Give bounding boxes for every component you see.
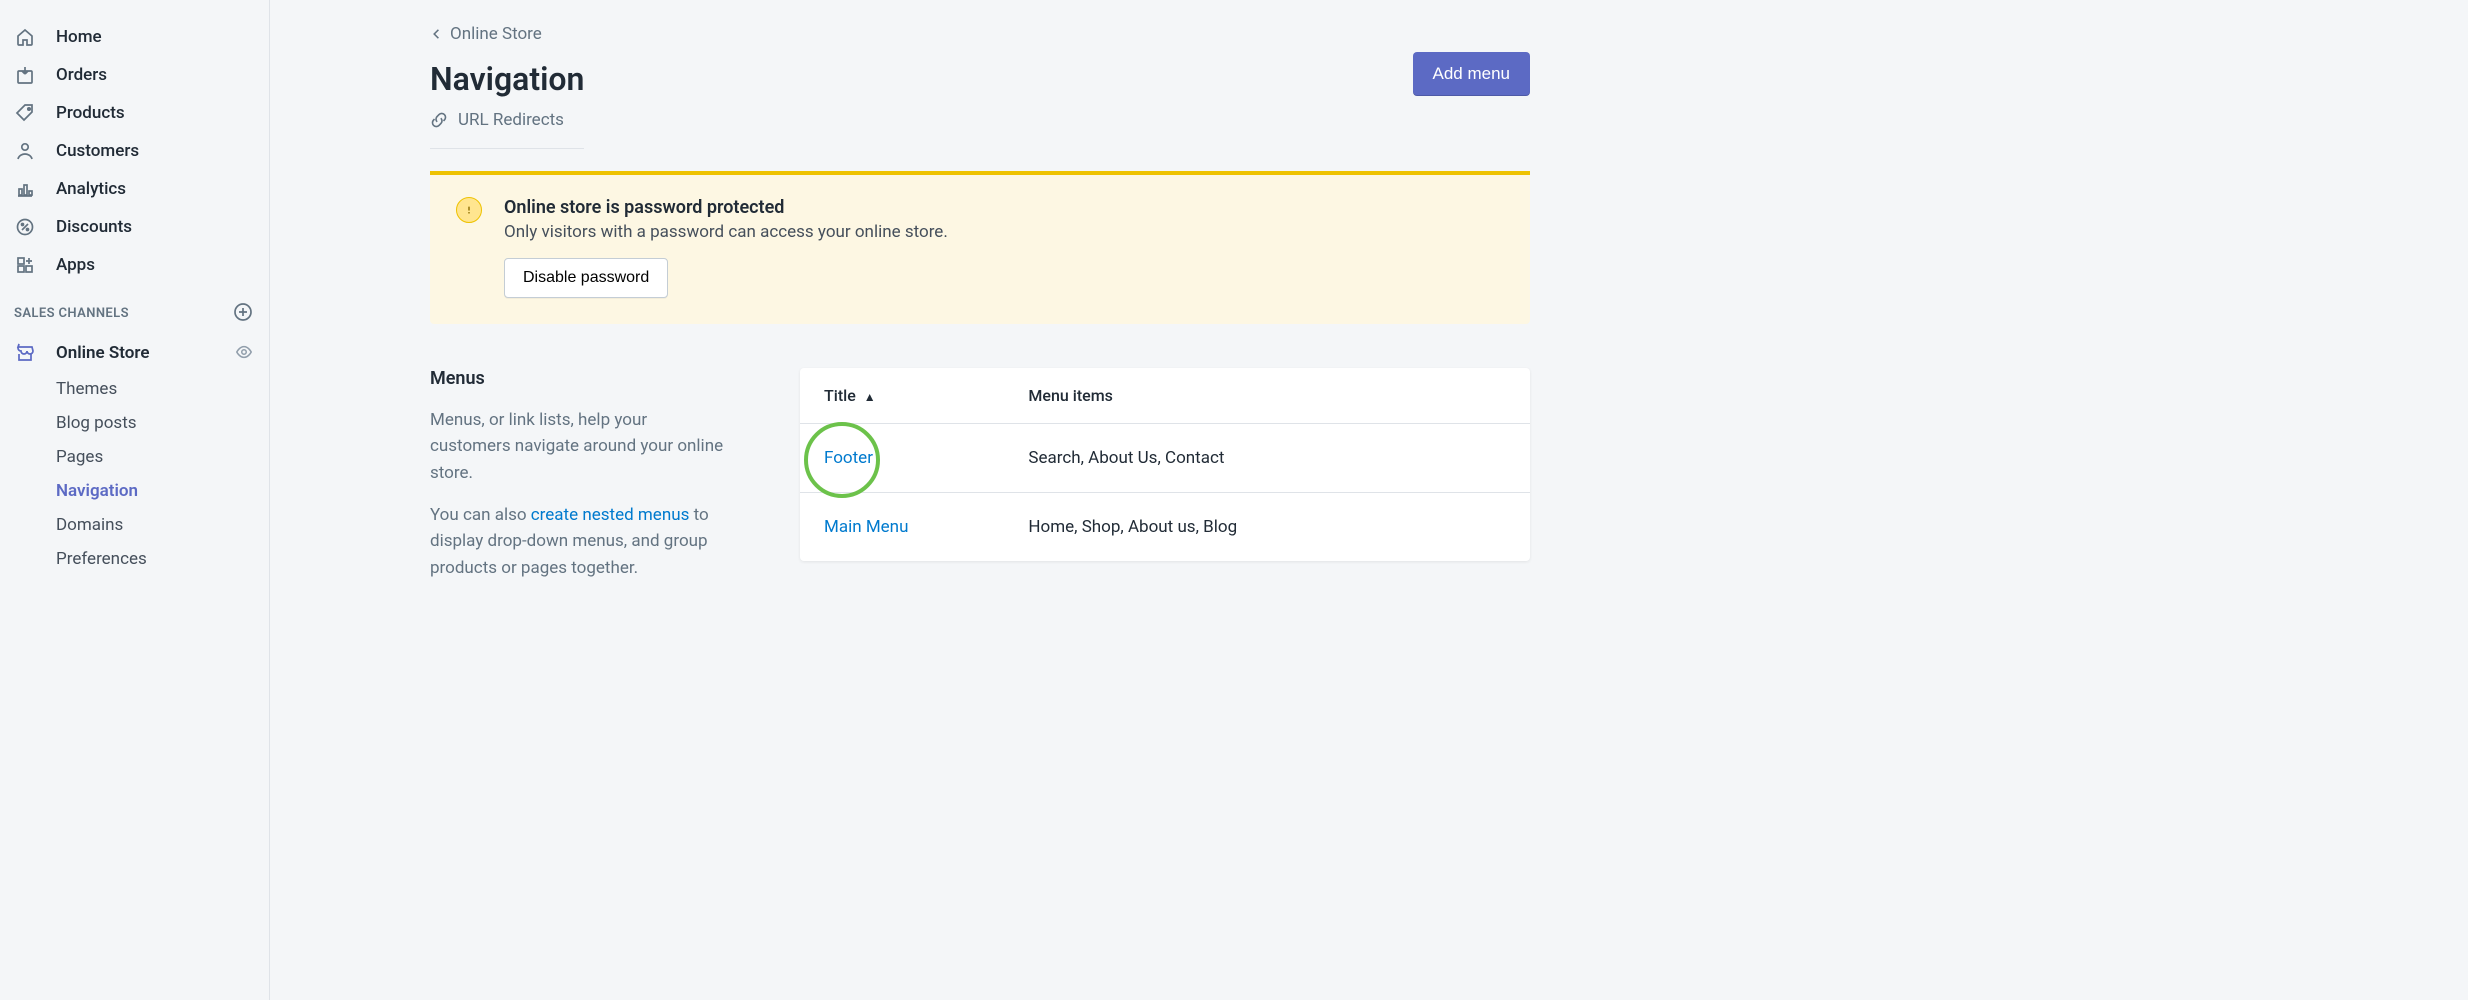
nav-label: Apps <box>56 255 95 275</box>
sub-preferences[interactable]: Preferences <box>56 542 269 576</box>
nav-orders[interactable]: Orders <box>0 56 269 94</box>
password-banner: Online store is password protected Only … <box>430 171 1530 324</box>
breadcrumb[interactable]: Online Store <box>430 24 1530 44</box>
nav-label: Home <box>56 27 102 47</box>
menu-footer-link[interactable]: Footer <box>800 424 1004 493</box>
view-store-icon[interactable] <box>235 343 255 363</box>
sub-blog-posts[interactable]: Blog posts <box>56 406 269 440</box>
add-channel-icon[interactable] <box>233 302 255 324</box>
warning-icon <box>456 197 482 223</box>
sub-pages[interactable]: Pages <box>56 440 269 474</box>
menu-footer-items: Search, About Us, Contact <box>1004 424 1530 493</box>
nav-label: Orders <box>56 65 107 85</box>
banner-text: Only visitors with a password can access… <box>504 222 948 242</box>
menu-main-link[interactable]: Main Menu <box>800 493 1004 562</box>
store-icon <box>14 342 36 364</box>
breadcrumb-label: Online Store <box>450 24 542 44</box>
col-title[interactable]: Title ▲ <box>800 368 1004 424</box>
page-title: Navigation <box>430 60 584 98</box>
nav-home[interactable]: Home <box>0 18 269 56</box>
nav-analytics[interactable]: Analytics <box>0 170 269 208</box>
menus-table: Title ▲ Menu items <box>800 368 1530 561</box>
table-row: Footer Search, About Us, Contact <box>800 424 1530 493</box>
menu-main-items: Home, Shop, About us, Blog <box>1004 493 1530 562</box>
orders-icon <box>14 64 36 86</box>
section-label: SALES CHANNELS <box>14 306 129 321</box>
menus-desc-1: Menus, or link lists, help your customer… <box>430 407 730 486</box>
online-store-submenu: Themes Blog posts Pages Navigation Domai… <box>0 372 269 576</box>
person-icon <box>14 140 36 162</box>
nav-label: Customers <box>56 141 139 161</box>
apps-icon <box>14 254 36 276</box>
col-menu-items[interactable]: Menu items <box>1004 368 1530 424</box>
disable-password-button[interactable]: Disable password <box>504 258 668 298</box>
add-menu-button[interactable]: Add menu <box>1413 52 1531 96</box>
link-icon <box>430 111 448 129</box>
discount-icon <box>14 216 36 238</box>
url-redirects-link[interactable]: URL Redirects <box>430 110 584 149</box>
nav-online-store[interactable]: Online Store <box>0 334 269 372</box>
sales-channels-header: SALES CHANNELS <box>0 284 269 334</box>
tag-icon <box>14 102 36 124</box>
sub-domains[interactable]: Domains <box>56 508 269 542</box>
nav-apps[interactable]: Apps <box>0 246 269 284</box>
sub-navigation[interactable]: Navigation <box>56 474 269 508</box>
chevron-left-icon <box>430 27 444 41</box>
table-row: Main Menu Home, Shop, About us, Blog <box>800 493 1530 562</box>
nav-customers[interactable]: Customers <box>0 132 269 170</box>
sub-themes[interactable]: Themes <box>56 372 269 406</box>
main-content: Online Store Navigation URL Redirects Ad… <box>270 0 2468 1000</box>
analytics-icon <box>14 178 36 200</box>
nav-discounts[interactable]: Discounts <box>0 208 269 246</box>
menus-desc-2: You can also create nested menus to disp… <box>430 502 730 581</box>
menus-table-card: Title ▲ Menu items <box>800 368 1530 561</box>
nav-label: Analytics <box>56 179 126 199</box>
home-icon <box>14 26 36 48</box>
banner-title: Online store is password protected <box>504 197 948 218</box>
menus-heading: Menus <box>430 368 730 389</box>
nav-label: Discounts <box>56 217 132 237</box>
sort-asc-icon: ▲ <box>864 390 876 404</box>
nested-menus-link[interactable]: create nested menus <box>531 505 690 525</box>
sidebar: Home Orders Products Customers Analytics <box>0 0 270 1000</box>
nav-label: Online Store <box>56 343 150 363</box>
nav-products[interactable]: Products <box>0 94 269 132</box>
sublink-label: URL Redirects <box>458 110 564 130</box>
nav-label: Products <box>56 103 125 123</box>
